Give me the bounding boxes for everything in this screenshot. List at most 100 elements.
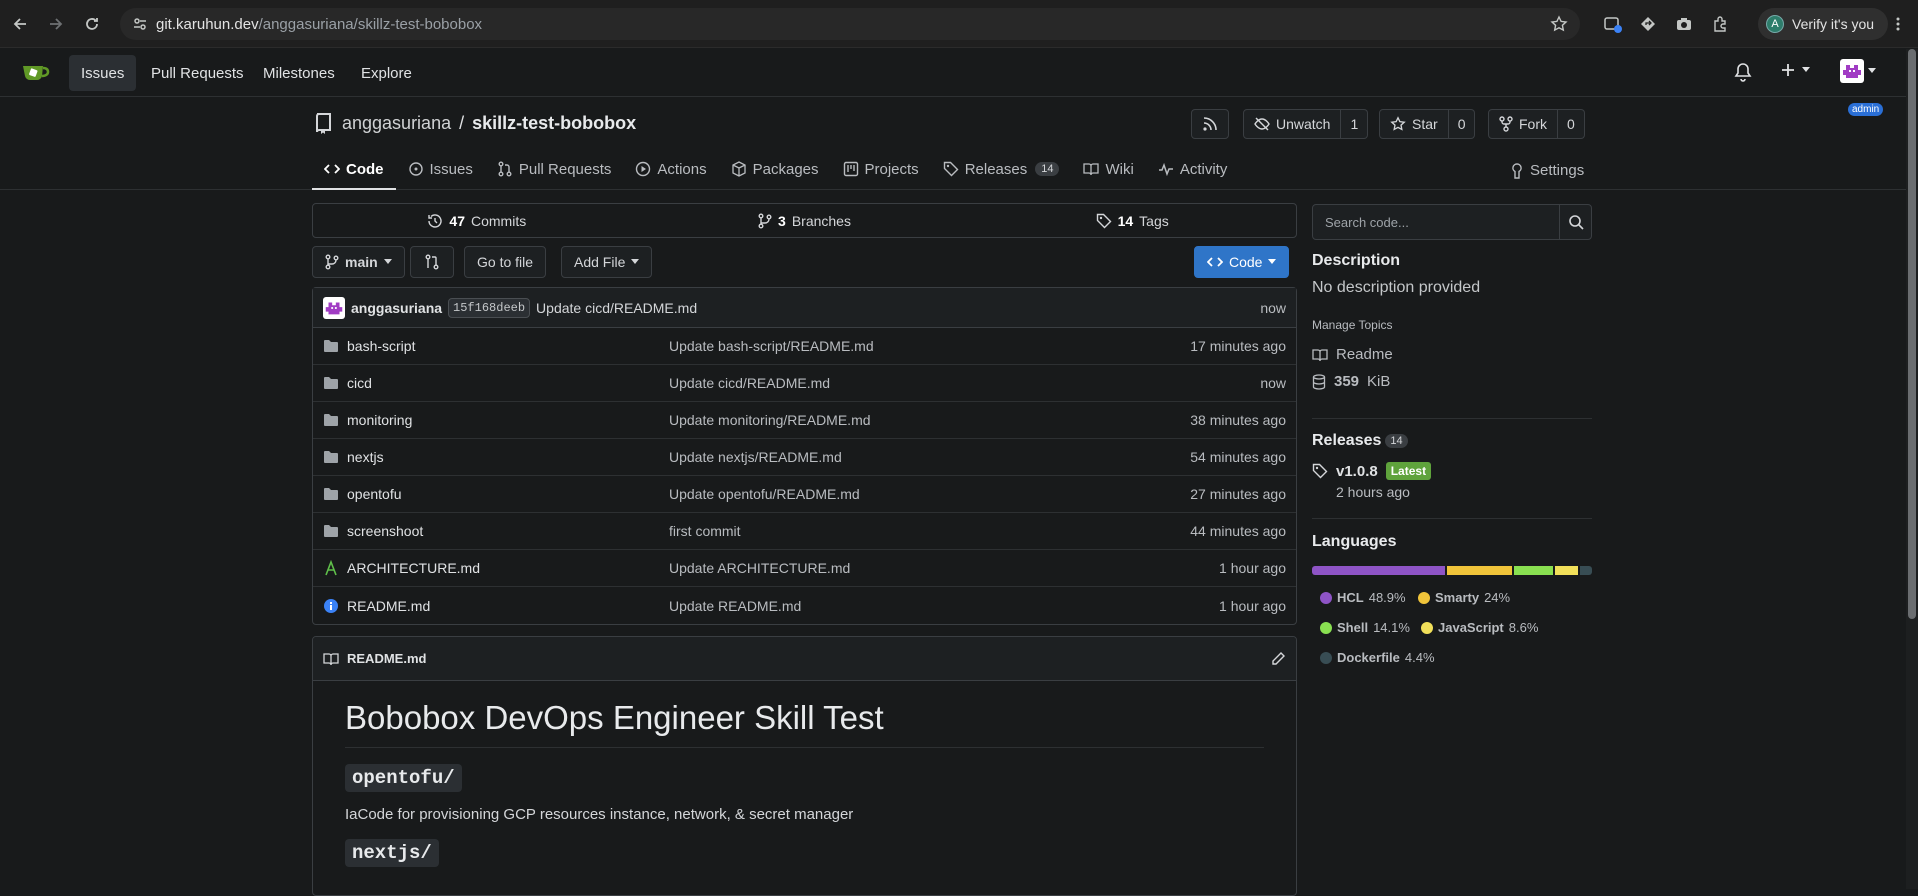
- file-name-link[interactable]: screenshoot: [347, 523, 670, 539]
- tab-projects[interactable]: Projects: [831, 150, 931, 190]
- commits-link[interactable]: 47 Commits: [313, 204, 641, 237]
- browser-menu-icon[interactable]: [1886, 12, 1910, 36]
- directions-icon[interactable]: [1636, 12, 1660, 36]
- file-name-link[interactable]: monitoring: [347, 412, 670, 428]
- sidebar-divider: [1312, 518, 1592, 519]
- nav-explore[interactable]: Explore: [349, 55, 424, 91]
- latest-release[interactable]: v1.0.8 Latest: [1312, 462, 1432, 480]
- gitea-logo-icon[interactable]: [22, 62, 52, 84]
- add-file-button[interactable]: Add File: [561, 246, 653, 278]
- unwatch-button[interactable]: Unwatch: [1243, 109, 1342, 139]
- language-item[interactable]: HCL 48.9%: [1320, 590, 1406, 605]
- file-commit-message[interactable]: Update monitoring/README.md: [669, 412, 871, 428]
- file-commit-time: 27 minutes ago: [1190, 486, 1286, 502]
- tab-packages[interactable]: Packages: [719, 150, 831, 190]
- tab-activity[interactable]: Activity: [1146, 150, 1240, 190]
- stars-count[interactable]: 0: [1448, 109, 1476, 139]
- notifications-bell-icon[interactable]: [1734, 62, 1752, 82]
- commit-time: now: [1260, 299, 1286, 316]
- repo-owner-link[interactable]: anggasuriana: [342, 113, 451, 134]
- file-name-link[interactable]: cicd: [347, 375, 670, 391]
- star-button[interactable]: Star: [1379, 109, 1449, 139]
- forks-count[interactable]: 0: [1558, 109, 1585, 139]
- extensions-icon[interactable]: [1708, 12, 1732, 36]
- search-input[interactable]: Search code...: [1325, 215, 1409, 230]
- tab-releases[interactable]: Releases 14: [931, 150, 1072, 190]
- file-name-link[interactable]: ARCHITECTURE.md: [347, 560, 670, 576]
- camera-icon[interactable]: [1672, 12, 1696, 36]
- project-icon: [843, 161, 858, 177]
- file-commit-message[interactable]: Update opentofu/README.md: [669, 486, 860, 502]
- branches-link[interactable]: 3 Branches: [641, 204, 969, 237]
- tab-issues[interactable]: Issues: [396, 150, 485, 190]
- fork-icon: [1499, 116, 1513, 132]
- edit-pencil-icon[interactable]: [1270, 651, 1286, 667]
- rss-feed-button[interactable]: [1191, 109, 1229, 139]
- commit-author-avatar[interactable]: [323, 296, 345, 319]
- file-name-link[interactable]: bash-script: [347, 338, 670, 354]
- code-clone-button[interactable]: Code: [1194, 246, 1290, 278]
- rss-button[interactable]: [1191, 109, 1229, 139]
- commit-sha[interactable]: 15f168deeb: [448, 297, 531, 318]
- watchers-count[interactable]: 1: [1341, 109, 1369, 139]
- file-name-link[interactable]: README.md: [347, 598, 670, 614]
- tags-link[interactable]: 14 Tags: [968, 204, 1296, 237]
- file-row: cicd Update cicd/README.md now: [313, 365, 1296, 402]
- readme-filename[interactable]: README.md: [347, 651, 426, 666]
- address-bar[interactable]: git.karuhun.dev/anggasuriana/skillz-test…: [120, 8, 1580, 40]
- nav-milestones[interactable]: Milestones: [251, 55, 347, 91]
- tab-actions[interactable]: Actions: [623, 150, 718, 190]
- commit-message[interactable]: Update cicd/README.md: [536, 300, 697, 316]
- nav-pull-requests[interactable]: Pull Requests: [139, 55, 256, 91]
- repo-name-link[interactable]: skillz-test-bobobox: [472, 113, 636, 134]
- readme-link-label: Readme: [1336, 346, 1393, 363]
- file-commit-message[interactable]: first commit: [669, 523, 741, 539]
- manage-topics-link[interactable]: Manage Topics: [1312, 318, 1393, 332]
- back-icon[interactable]: [8, 12, 32, 36]
- site-info-icon[interactable]: [132, 16, 148, 32]
- tab-label: Wiki: [1105, 160, 1134, 178]
- forward-icon[interactable]: [44, 12, 68, 36]
- releases-heading[interactable]: Releases 14: [1312, 432, 1408, 450]
- file-commit-message[interactable]: Update bash-script/README.md: [669, 338, 874, 354]
- rss-icon: [1203, 117, 1217, 131]
- language-item[interactable]: Dockerfile 4.4%: [1320, 650, 1435, 665]
- language-item[interactable]: Shell 14.1%: [1320, 620, 1410, 635]
- file-commit-message[interactable]: Update cicd/README.md: [669, 375, 830, 391]
- reload-icon[interactable]: [80, 12, 104, 36]
- file-commit-message[interactable]: Update README.md: [669, 598, 801, 614]
- fork-button[interactable]: Fork: [1488, 109, 1558, 139]
- go-to-file-button[interactable]: Go to file: [464, 246, 547, 278]
- tab-pull-requests[interactable]: Pull Requests: [485, 150, 624, 190]
- language-name: Smarty: [1435, 590, 1480, 605]
- profile-button[interactable]: A Verify it's you: [1758, 8, 1888, 40]
- search-icon[interactable]: [1559, 205, 1591, 239]
- create-new-menu[interactable]: [1780, 62, 1810, 78]
- caret-down-icon: [1802, 67, 1810, 72]
- file-commit-message[interactable]: Update nextjs/README.md: [669, 449, 842, 465]
- page-scrollbar[interactable]: [1906, 49, 1918, 889]
- tab-code[interactable]: Code: [312, 150, 396, 190]
- file-commit-time: 1 hour ago: [1219, 597, 1286, 614]
- repo-size-unit: KiB: [1367, 373, 1391, 390]
- compare-button[interactable]: [410, 246, 454, 278]
- commit-author[interactable]: anggasuriana: [351, 300, 442, 316]
- file-commit-message[interactable]: Update ARCHITECTURE.md: [669, 560, 850, 576]
- nav-issues[interactable]: Issues: [69, 55, 137, 91]
- tab-settings[interactable]: Settings: [1510, 162, 1584, 179]
- user-menu[interactable]: [1840, 59, 1876, 83]
- releases-count: 14: [1385, 433, 1408, 448]
- language-item[interactable]: JavaScript 8.6%: [1421, 620, 1538, 635]
- file-row: screenshoot first commit 44 minutes ago: [313, 513, 1296, 550]
- tab-wiki[interactable]: Wiki: [1071, 150, 1145, 190]
- readme-link[interactable]: Readme: [1312, 346, 1393, 363]
- file-name-link[interactable]: nextjs: [347, 449, 670, 465]
- file-name-link[interactable]: opentofu: [347, 486, 670, 502]
- commits-count: 47: [449, 212, 465, 229]
- language-item[interactable]: Smarty 24%: [1418, 590, 1510, 605]
- bookmark-star-icon[interactable]: [1550, 15, 1568, 33]
- repo-size: 359 KiB: [1312, 373, 1390, 390]
- tab-search-icon[interactable]: [1601, 12, 1625, 36]
- branch-selector[interactable]: main: [312, 246, 405, 278]
- scrollbar-thumb[interactable]: [1908, 49, 1916, 619]
